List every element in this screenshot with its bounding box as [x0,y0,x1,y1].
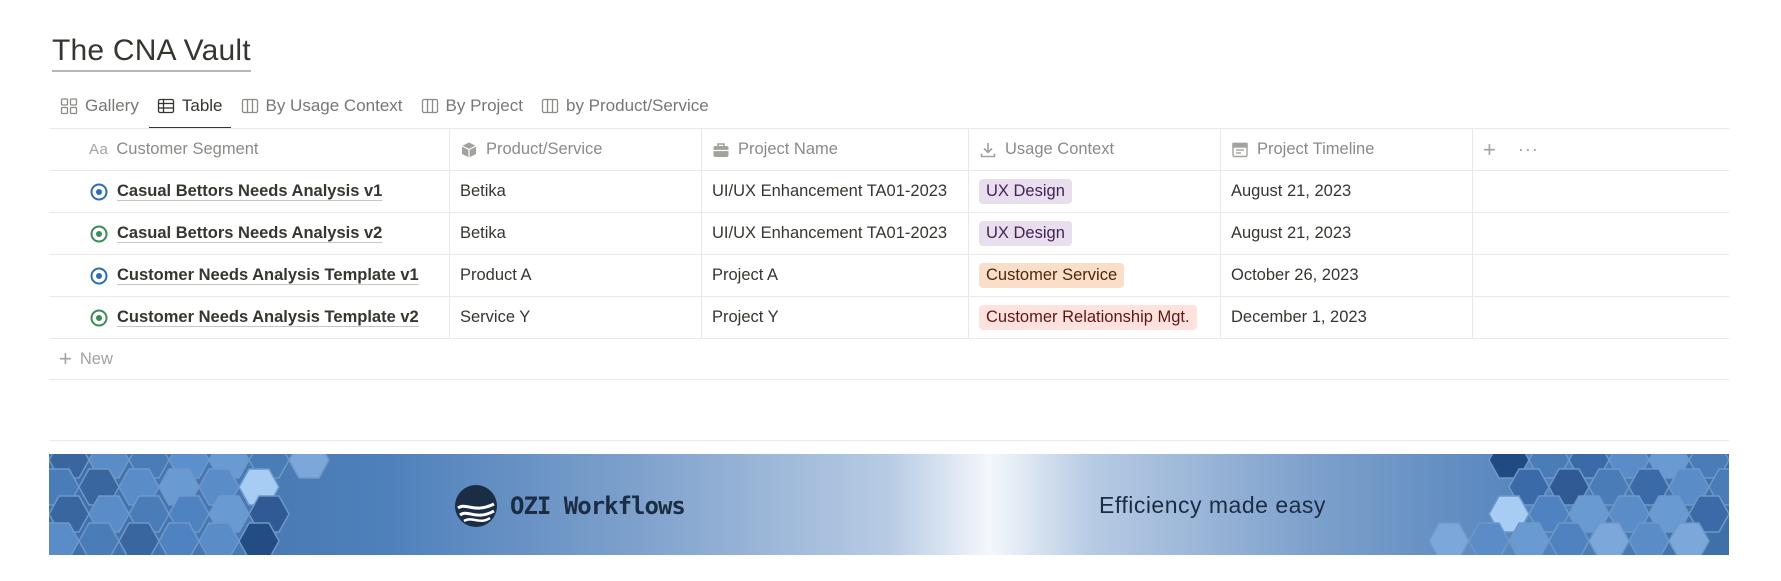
brand-name: OZI Workflows [510,492,685,520]
divider [49,440,1729,441]
usage-tag: UX Design [979,179,1072,204]
cell-usage-context[interactable]: UX Design [969,213,1221,254]
table-row[interactable]: Casual Bettors Needs Analysis v2 Betika … [49,213,1729,255]
board-icon [241,97,259,115]
target-icon [89,182,109,202]
hexagon-pattern-left [49,454,349,555]
hexagon-pattern-right [1429,454,1729,555]
tab-label: Gallery [85,96,139,116]
board-icon [421,97,439,115]
cell-product-service[interactable]: Service Y [450,297,702,338]
more-horizontal-icon[interactable]: ··· [1518,139,1539,160]
board-icon [541,97,559,115]
cell-empty [1473,171,1729,212]
briefcase-icon [712,141,730,159]
cell-project-timeline[interactable]: August 21, 2023 [1221,213,1473,254]
footer-banner: OZI Workflows Efficiency made easy [49,454,1729,555]
column-header-usage-context[interactable]: Usage Context [969,129,1221,170]
tagline: Efficiency made easy [1099,492,1326,519]
tab-table[interactable]: Table [149,88,231,124]
column-header-project-name[interactable]: Project Name [702,129,969,170]
tab-label: By Project [446,96,523,116]
column-label: Product/Service [486,140,602,159]
tab-label: by Product/Service [566,96,709,116]
column-label: Project Timeline [1257,140,1374,159]
cell-customer-segment[interactable]: Customer Needs Analysis Template v1 [49,255,450,296]
column-header-customer-segment[interactable]: Aa Customer Segment [49,129,450,170]
usage-tag: Customer Service [979,263,1124,288]
page-link[interactable]: Casual Bettors Needs Analysis v2 [117,224,382,243]
tab-label: Table [182,96,223,116]
table-header-row: Aa Customer Segment Product/Service Proj… [49,129,1729,171]
new-row-button[interactable]: + New [49,339,1729,380]
cell-usage-context[interactable]: Customer Relationship Mgt. [969,297,1221,338]
cell-customer-segment[interactable]: Customer Needs Analysis Template v2 [49,297,450,338]
page-link[interactable]: Customer Needs Analysis Template v2 [117,308,419,327]
cell-customer-segment[interactable]: Casual Bettors Needs Analysis v2 [49,213,450,254]
database-table: Aa Customer Segment Product/Service Proj… [49,129,1729,380]
page-link[interactable]: Casual Bettors Needs Analysis v1 [117,182,382,201]
tab-label: By Usage Context [266,96,403,116]
cell-project-name[interactable]: Project Y [702,297,969,338]
wave-logo-icon [454,484,498,528]
target-icon [89,266,109,286]
table-row[interactable]: Casual Bettors Needs Analysis v1 Betika … [49,171,1729,213]
cell-usage-context[interactable]: UX Design [969,171,1221,212]
cell-product-service[interactable]: Betika [450,213,702,254]
tab-by-usage-context[interactable]: By Usage Context [233,88,411,124]
cell-usage-context[interactable]: Customer Service [969,255,1221,296]
cell-project-timeline[interactable]: October 26, 2023 [1221,255,1473,296]
column-label: Customer Segment [116,140,258,159]
column-header-product-service[interactable]: Product/Service [450,129,702,170]
usage-tag: Customer Relationship Mgt. [979,305,1197,330]
plus-icon: + [59,346,72,372]
page-title[interactable]: The CNA Vault [52,34,251,72]
page-link[interactable]: Customer Needs Analysis Template v1 [117,266,419,285]
download-icon [979,141,997,159]
tab-by-project[interactable]: By Project [413,88,531,124]
tab-gallery[interactable]: Gallery [52,88,147,124]
new-label: New [80,350,113,369]
view-tabs: Gallery Table By Usage Context By Projec… [52,88,719,128]
cell-project-name[interactable]: Project A [702,255,969,296]
column-label: Project Name [738,140,838,159]
plus-icon[interactable]: + [1483,137,1496,163]
calendar-icon [1231,141,1249,159]
cube-icon [460,141,478,159]
cell-product-service[interactable]: Product A [450,255,702,296]
usage-tag: UX Design [979,221,1072,246]
cell-project-name[interactable]: UI/UX Enhancement TA01-2023 [702,171,969,212]
column-label: Usage Context [1005,140,1114,159]
cell-project-timeline[interactable]: August 21, 2023 [1221,171,1473,212]
table-icon [157,97,175,115]
column-header-project-timeline[interactable]: Project Timeline [1221,129,1473,170]
header-actions: + ··· [1473,129,1729,170]
cell-project-name[interactable]: UI/UX Enhancement TA01-2023 [702,213,969,254]
tab-by-product-service[interactable]: by Product/Service [533,88,717,124]
target-icon [89,224,109,244]
table-row[interactable]: Customer Needs Analysis Template v2 Serv… [49,297,1729,339]
table-row[interactable]: Customer Needs Analysis Template v1 Prod… [49,255,1729,297]
cell-customer-segment[interactable]: Casual Bettors Needs Analysis v1 [49,171,450,212]
cell-empty [1473,297,1729,338]
target-icon [89,308,109,328]
cell-product-service[interactable]: Betika [450,171,702,212]
gallery-grid-icon [60,97,78,115]
text-type-icon: Aa [89,141,108,158]
cell-project-timeline[interactable]: December 1, 2023 [1221,297,1473,338]
brand: OZI Workflows [454,484,685,528]
cell-empty [1473,213,1729,254]
cell-empty [1473,255,1729,296]
